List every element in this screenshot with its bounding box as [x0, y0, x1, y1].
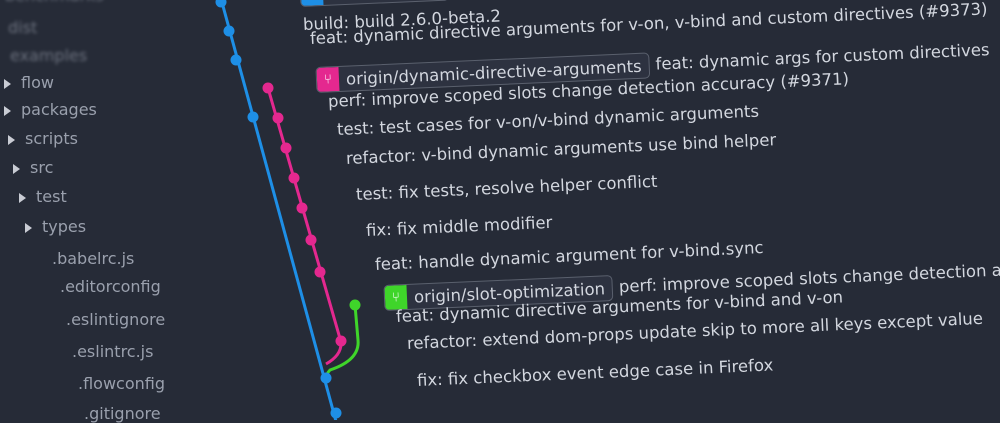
folder-expand-icon — [13, 163, 20, 174]
sidebar-item[interactable]: flow — [4, 73, 54, 92]
sidebar-item[interactable]: .gitignore — [84, 404, 161, 423]
sidebar-item-label: flow — [21, 73, 54, 92]
sidebar-item[interactable]: packages — [4, 100, 97, 119]
commit-dot[interactable] — [349, 299, 361, 311]
commit-dot[interactable] — [247, 111, 259, 123]
sidebar-item[interactable]: src — [13, 158, 53, 177]
sidebar-item[interactable]: examples — [10, 46, 87, 65]
folder-expand-icon — [19, 192, 26, 203]
sidebar-item-label: .eslintrc.js — [72, 342, 154, 361]
commit-dot[interactable] — [305, 234, 317, 246]
commit-dot[interactable] — [296, 202, 308, 214]
sidebar-item-label: examples — [10, 46, 88, 65]
folder-expand-icon — [25, 222, 32, 233]
git-branch-icon: ⑂ — [316, 67, 340, 92]
sidebar-item[interactable]: .eslintrc.js — [72, 342, 153, 361]
tag-icon: ◆ — [300, 0, 324, 6]
commit-dot[interactable] — [288, 172, 300, 184]
sidebar-item[interactable]: benchmarks — [5, 0, 104, 5]
sidebar-item[interactable]: .editorconfig — [60, 277, 161, 296]
sidebar-item[interactable]: .eslintignore — [66, 310, 165, 329]
sidebar-item-label: .babelrc.js — [52, 249, 135, 268]
commit-dot[interactable] — [280, 142, 292, 154]
sidebar-item-label: packages — [21, 100, 97, 119]
folder-expand-icon — [4, 78, 11, 89]
commit-dot[interactable] — [272, 112, 284, 124]
commit-dot[interactable] — [223, 25, 235, 37]
sidebar-item-label: .flowconfig — [78, 374, 165, 393]
sidebar-item[interactable]: test — [19, 187, 67, 206]
commit-dot[interactable] — [330, 407, 342, 419]
sidebar-item-label: dist — [8, 18, 38, 37]
sidebar-item-label: types — [42, 217, 87, 236]
sidebar-item[interactable]: .flowconfig — [78, 374, 165, 393]
folder-expand-icon — [4, 105, 11, 116]
folder-expand-icon — [8, 134, 15, 145]
sidebar-item-label: test — [36, 187, 67, 206]
commit-dot[interactable] — [262, 82, 274, 94]
sidebar-item-label: .eslintignore — [66, 310, 166, 329]
sidebar-item[interactable]: .babelrc.js — [52, 249, 134, 268]
sidebar-item-label: src — [30, 158, 54, 177]
sidebar-item[interactable]: dist — [8, 18, 37, 37]
sidebar-item-label: .gitignore — [84, 404, 161, 423]
commit-dot[interactable] — [314, 266, 326, 278]
commit-dot[interactable] — [230, 54, 242, 66]
commit-dot[interactable] — [335, 335, 347, 347]
branch-line-dynamic-args — [266, 87, 343, 366]
commit-dot[interactable] — [320, 372, 332, 384]
sidebar-item[interactable]: types — [25, 217, 86, 236]
commit-dot[interactable] — [215, 0, 227, 8]
sidebar-item-label: scripts — [25, 129, 78, 148]
sidebar-item[interactable]: scripts — [8, 129, 78, 148]
sidebar-item-label: .editorconfig — [60, 277, 161, 296]
sidebar-item-label: benchmarks — [5, 0, 104, 5]
